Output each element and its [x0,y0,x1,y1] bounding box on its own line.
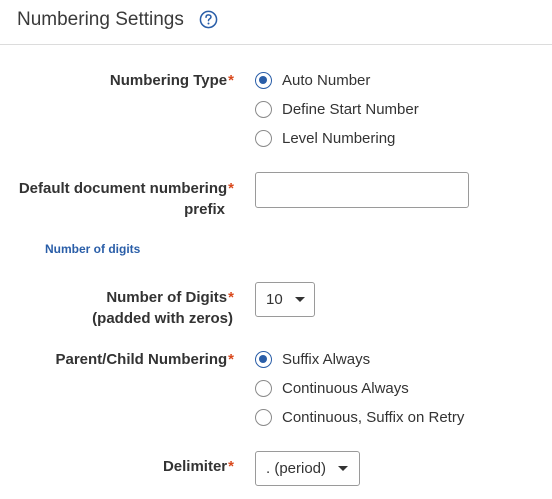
radio-button[interactable] [255,100,272,118]
digits-label: Number of Digits* (padded with zeros) [92,287,234,329]
required-marker: * [228,351,234,368]
prefix-label: Default document numbering* prefix [19,178,234,220]
radio-auto-number[interactable]: Auto Number [255,70,370,90]
radio-label: Define Start Number [282,100,419,118]
numbering-type-label-text: Numbering Type [109,72,228,89]
settings-header: Numbering Settings [0,0,552,45]
digits-select-value: 10 [266,291,283,308]
radio-button[interactable] [255,129,272,147]
prefix-label-line1: Default document numbering [18,180,228,197]
radio-label: Suffix Always [282,350,371,368]
required-marker: * [228,458,234,475]
delimiter-select-value: . (period) [266,460,327,477]
delimiter-label: Delimiter* [163,456,234,477]
radio-button-checked[interactable] [255,71,272,89]
help-circle-icon[interactable] [199,10,218,29]
chevron-down-icon [338,466,349,471]
radio-button[interactable] [255,408,272,426]
radio-label: Continuous Always [282,379,409,397]
radio-continuous-always[interactable]: Continuous Always [255,378,409,398]
radio-button-checked[interactable] [255,350,272,368]
numbering-type-label: Numbering Type* [110,70,234,91]
delimiter-label-text: Delimiter [162,458,228,475]
digits-label-line1: Number of Digits [106,289,228,306]
required-marker: * [228,289,234,306]
number-of-digits-link[interactable]: Number of digits [45,242,140,256]
chevron-down-icon [294,297,305,302]
digits-select[interactable]: 10 [255,282,315,317]
radio-level-numbering[interactable]: Level Numbering [255,128,395,148]
radio-label: Auto Number [282,71,371,89]
digits-label-line2: (padded with zeros) [92,310,233,327]
radio-label: Continuous, Suffix on Retry [282,408,465,426]
parent-child-label: Parent/Child Numbering* [55,349,234,370]
delimiter-select[interactable]: . (period) [255,451,360,486]
required-marker: * [228,180,234,197]
required-marker: * [228,72,234,89]
radio-continuous-suffix-on-retry[interactable]: Continuous, Suffix on Retry [255,407,464,427]
radio-button[interactable] [255,379,272,397]
radio-label: Level Numbering [282,129,396,147]
radio-define-start-number[interactable]: Define Start Number [255,99,419,119]
parent-child-label-text: Parent/Child Numbering [55,351,228,368]
radio-suffix-always[interactable]: Suffix Always [255,349,370,369]
prefix-label-line2: prefix [184,201,225,218]
page-title: Numbering Settings [17,9,184,30]
prefix-input[interactable] [255,172,469,208]
